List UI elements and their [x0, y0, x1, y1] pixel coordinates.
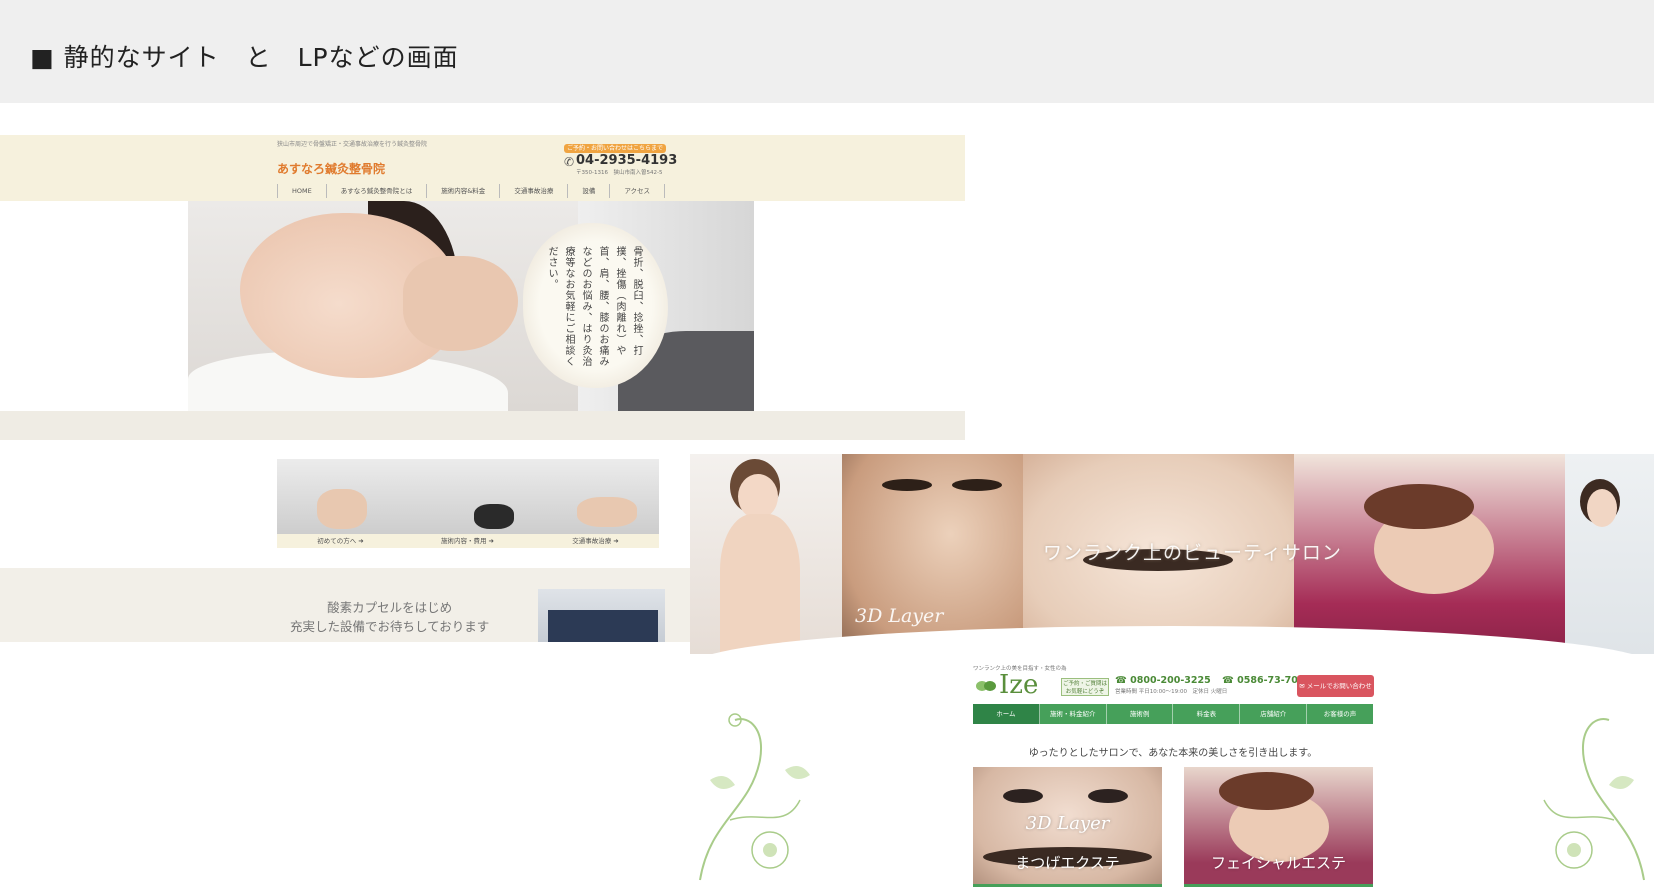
salon-info-tag: ご予約・ご質問は お気軽にどうぞ [1061, 678, 1109, 696]
salon-nav: ホーム 施術・料金紹介 施術例 料金表 店舗紹介 お客様の声 [973, 704, 1373, 724]
clinic-nav-access[interactable]: アクセス [609, 184, 665, 198]
clinic-hero-image: 骨折、脱臼、捻挫、打撲、挫傷（肉離れ）や首、肩、腰、膝のお痛みなどのお悩み、はり… [188, 201, 754, 411]
clinic-nav-equipment[interactable]: 設備 [567, 184, 609, 198]
equipment-line-1: 酸素カプセルをはじめ [327, 600, 453, 615]
salon-nav-voice[interactable]: お客様の声 [1307, 704, 1373, 724]
clinic-nav-about[interactable]: あすなろ鍼灸整骨院とは [325, 184, 427, 198]
hero-panel-bride [1565, 454, 1654, 654]
page-title: ■ 静的なサイト と LPなどの画面 [30, 43, 459, 72]
salon-nav-home[interactable]: ホーム [973, 704, 1040, 724]
salon-hero-caption: ワンランク上のビューティサロン [1043, 542, 1342, 564]
salon-mail-button[interactable]: ✉ メールでお問い合わせ [1297, 675, 1374, 697]
clinic-equipment-text: 酸素カプセルをはじめ 充実した設備でお待ちしております [290, 598, 489, 636]
salon-card-eyelash-script: 3D Layer [1025, 813, 1110, 834]
hero-hand [403, 256, 518, 351]
salon-nav-shop[interactable]: 店舗紹介 [1240, 704, 1308, 724]
salon-nav-menu[interactable]: 施術・料金紹介 [1040, 704, 1107, 724]
clinic-nav-treatment[interactable]: 施術内容&料金 [426, 184, 499, 198]
clinic-nav-home[interactable]: HOME [277, 184, 326, 198]
salon-lead-text: ゆったりとしたサロンで、あなた本来の美しさを引き出します。 [1028, 748, 1318, 759]
clinic-logo[interactable]: あすなろ鍼灸整骨院 [277, 160, 385, 177]
floral-ornament-icon [1543, 718, 1645, 881]
feature-photo-first[interactable] [277, 459, 404, 534]
hero-panel-model [690, 454, 842, 654]
salon-phone-1[interactable]: ☎ 0800-200-3225 [1115, 675, 1211, 686]
equipment-line-2: 充実した設備でお待ちしております [290, 619, 490, 634]
phone-icon: ✆ [564, 155, 575, 169]
feature-label-first[interactable]: 初めての方へ ➜ [277, 534, 404, 548]
feature-label-treatment[interactable]: 施術内容・費用 ➜ [404, 534, 531, 548]
clinic-tagline: 狭山市周辺で骨盤矯正・交通事故治療を行う鍼灸整骨院 [277, 141, 428, 148]
leaf-logo-icon [976, 681, 996, 691]
clinic-cta-text: ご予約・お問い合わせはこちらまで [566, 145, 663, 152]
hero-copy: 骨折、脱臼、捻挫、打撲、挫傷（肉離れ）や首、肩、腰、膝のお痛みなどのお悩み、はり… [546, 246, 642, 367]
feature-label-accident[interactable]: 交通事故治療 ➜ [532, 534, 659, 548]
clinic-address: 〒350-1316 狭山市南入曽542-5 [576, 170, 663, 176]
clinic-phone[interactable]: 04-2935-4193 [576, 153, 677, 168]
clinic-nav-accident[interactable]: 交通事故治療 [499, 184, 567, 198]
salon-nav-price[interactable]: 料金表 [1173, 704, 1241, 724]
salon-card-eyelash[interactable]: 3D Layer まつげエクステ [973, 767, 1162, 887]
clinic-nav: HOME あすなろ鍼灸整骨院とは 施術内容&料金 交通事故治療 設備 アクセス [277, 184, 665, 198]
clinic-divider-strip [0, 411, 965, 440]
salon-hours: 営業時間 平日10:00〜19:00 定休日 火曜日 [1115, 689, 1228, 695]
salon-card-facial[interactable]: フェイシャルエステ [1184, 767, 1373, 887]
salon-logo[interactable]: Ize [999, 670, 1038, 700]
salon-card-facial-title: フェイシャルエステ [1210, 854, 1346, 872]
salon-hero-brand: 3D Layer [855, 605, 944, 627]
clinic-equipment-bed [548, 610, 658, 642]
salon-card-eyelash-title: まつげエクステ [1015, 854, 1120, 872]
feature-photo-accident[interactable] [532, 459, 659, 534]
salon-nav-cases[interactable]: 施術例 [1107, 704, 1174, 724]
feature-photo-treatment[interactable] [404, 459, 532, 534]
floral-ornament-icon [699, 713, 810, 881]
